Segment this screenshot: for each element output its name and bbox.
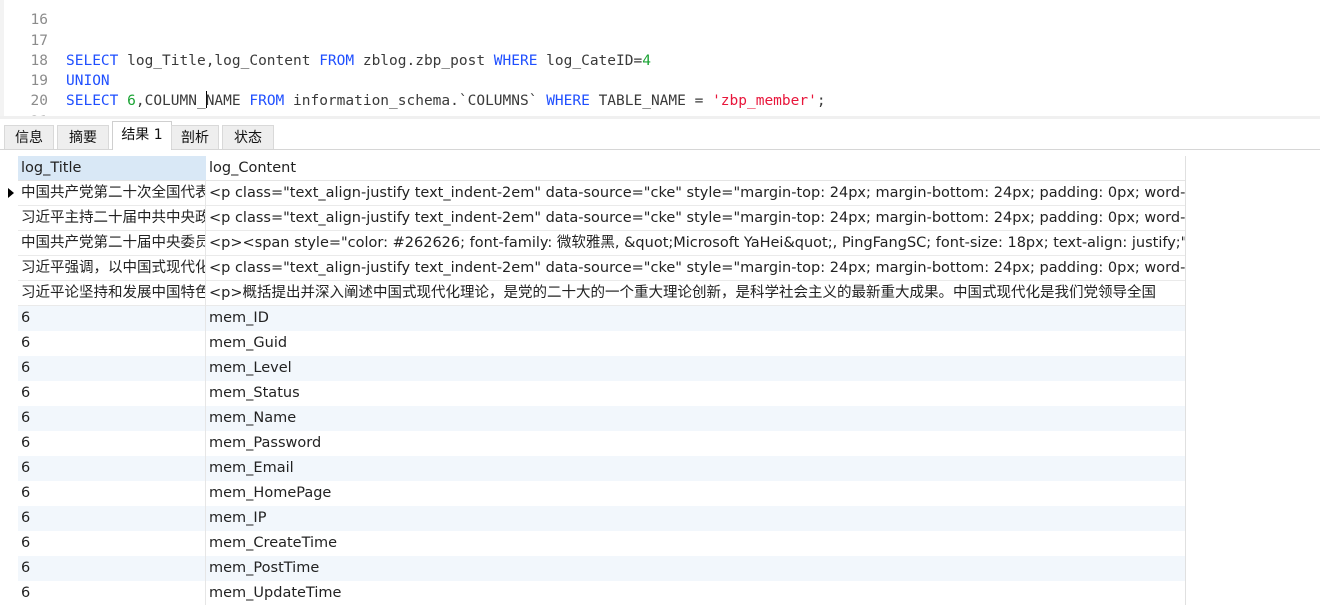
tab-info[interactable]: 信息: [4, 125, 54, 149]
sql-string: 'zbp_member': [712, 93, 817, 109]
table-row[interactable]: 6 mem_IP: [18, 506, 1186, 531]
cell-log-title[interactable]: 6: [18, 331, 206, 356]
cell-log-title[interactable]: 6: [18, 531, 206, 556]
cell-log-title[interactable]: 6: [18, 306, 206, 331]
sql-text: log_Title,log_Content: [118, 53, 320, 69]
cell-log-content[interactable]: <p>概括提出并深入阐述中国式现代化理论，是党的二十大的一个重大理论创新，是科学…: [206, 281, 1186, 306]
table-row[interactable]: 6 mem_Level: [18, 356, 1186, 381]
table-row[interactable]: 习近平论坚持和发展中国特色 <p>概括提出并深入阐述中国式现代化理论，是党的二十大…: [18, 281, 1186, 306]
result-grid[interactable]: log_Title log_Content 中国共产党第二十次全国代表 <p cl…: [0, 156, 1320, 605]
table-row[interactable]: 6 mem_Email: [18, 456, 1186, 481]
sql-text: NAME: [205, 93, 250, 109]
tab-profile[interactable]: 剖析: [171, 125, 219, 149]
sql-text: zblog.zbp_post: [354, 53, 494, 69]
cell-log-title[interactable]: 6: [18, 356, 206, 381]
table-row[interactable]: 6 mem_PostTime: [18, 556, 1186, 581]
editor-line-17[interactable]: 17 SELECT log_Title,log_Content FROM zbl…: [0, 11, 651, 69]
sql-code[interactable]: SELECT log_Title,log_Content FROM zblog.…: [66, 51, 651, 71]
sql-text: ;: [816, 93, 826, 109]
sql-text: log_CateID=: [537, 53, 643, 69]
cell-log-title[interactable]: 6: [18, 456, 206, 481]
cell-log-content[interactable]: mem_ID: [206, 306, 1186, 331]
table-row[interactable]: 6 mem_CreateTime: [18, 531, 1186, 556]
cell-log-title[interactable]: 6: [18, 481, 206, 506]
grid-right-border: [1185, 156, 1186, 605]
cell-log-content[interactable]: mem_Name: [206, 406, 1186, 431]
sql-code[interactable]: SELECT 6,COLUMN_NAME FROM information_sc…: [66, 91, 826, 111]
table-row[interactable]: 中国共产党第二十次全国代表 <p class="text_align-justif…: [18, 181, 1186, 206]
cell-log-title[interactable]: 习近平主持二十届中共中央政: [18, 206, 206, 231]
cell-log-title[interactable]: 6: [18, 431, 206, 456]
cell-log-title[interactable]: 中国共产党第二十次全国代表: [18, 181, 206, 206]
cell-log-content[interactable]: <p class="text_align-justify text_indent…: [206, 181, 1186, 206]
sql-code[interactable]: UNION: [66, 71, 110, 91]
cell-log-title[interactable]: 6: [18, 581, 206, 605]
column-header-log-title[interactable]: log_Title: [18, 156, 206, 181]
sql-keyword: SELECT: [66, 93, 119, 109]
sql-keyword: FROM: [319, 53, 355, 69]
tab-result-1[interactable]: 结果 1: [112, 121, 172, 150]
sql-number: 4: [642, 53, 651, 69]
table-row[interactable]: 6 mem_ID: [18, 306, 1186, 331]
sql-text: ,COLUMN_: [135, 93, 206, 109]
sql-keyword: FROM: [249, 93, 285, 109]
sql-text: TABLE_NAME =: [589, 93, 713, 109]
sql-keyword: SELECT: [66, 53, 119, 69]
cell-log-content[interactable]: mem_CreateTime: [206, 531, 1186, 556]
table-row[interactable]: 6 mem_Status: [18, 381, 1186, 406]
cell-log-content[interactable]: mem_Email: [206, 456, 1186, 481]
sql-keyword: WHERE: [546, 93, 590, 109]
cell-log-content[interactable]: mem_Level: [206, 356, 1186, 381]
tab-status[interactable]: 状态: [222, 125, 274, 149]
table-row[interactable]: 中国共产党第二十届中央委员 <p><span style="color: #262…: [18, 231, 1186, 256]
table-row[interactable]: 习近平强调，以中国式现代化 <p class="text_align-justif…: [18, 256, 1186, 281]
editor-line-16: 16: [0, 0, 48, 28]
editor-line-19[interactable]: 19 SELECT 6,COLUMN_NAME FROM information…: [0, 51, 826, 109]
sql-text: information_schema.`COLUMNS`: [284, 93, 547, 109]
cell-log-title[interactable]: 中国共产党第二十届中央委员: [18, 231, 206, 256]
cell-log-title[interactable]: 6: [18, 406, 206, 431]
row-indicator-column: [0, 156, 18, 605]
cell-log-content[interactable]: mem_Status: [206, 381, 1186, 406]
cell-log-content[interactable]: <p><span style="color: #262626; font-fam…: [206, 231, 1186, 256]
editor-line-21[interactable]: 21: [0, 92, 48, 119]
cell-log-content[interactable]: mem_IP: [206, 506, 1186, 531]
cell-log-content[interactable]: <p class="text_align-justify text_indent…: [206, 206, 1186, 231]
table-row[interactable]: 习近平主持二十届中共中央政 <p class="text_align-justif…: [18, 206, 1186, 231]
cell-log-content[interactable]: <p class="text_align-justify text_indent…: [206, 256, 1186, 281]
cell-log-content[interactable]: mem_UpdateTime: [206, 581, 1186, 605]
current-row-indicator-icon: [8, 188, 14, 198]
cell-log-title[interactable]: 习近平论坚持和发展中国特色: [18, 281, 206, 306]
sql-number: 6: [118, 93, 136, 109]
cell-log-content[interactable]: mem_Guid: [206, 331, 1186, 356]
tab-summary[interactable]: 摘要: [57, 125, 109, 149]
cell-log-title[interactable]: 习近平强调，以中国式现代化: [18, 256, 206, 281]
sql-keyword: UNION: [66, 73, 110, 89]
cell-log-content[interactable]: mem_Password: [206, 431, 1186, 456]
editor-line-18[interactable]: 18 UNION: [0, 31, 110, 89]
cell-log-title[interactable]: 6: [18, 556, 206, 581]
column-header-log-content[interactable]: log_Content: [206, 156, 1186, 181]
table-row[interactable]: 6 mem_Guid: [18, 331, 1186, 356]
sql-editor[interactable]: 16 17 SELECT log_Title,log_Content FROM …: [0, 0, 1320, 119]
editor-line-20[interactable]: 20: [0, 71, 48, 109]
table-row[interactable]: 6 mem_HomePage: [18, 481, 1186, 506]
cell-log-content[interactable]: mem_PostTime: [206, 556, 1186, 581]
cell-log-title[interactable]: 6: [18, 506, 206, 531]
table-row[interactable]: 6 mem_Password: [18, 431, 1186, 456]
sql-keyword: WHERE: [493, 53, 538, 69]
table-row[interactable]: 6 mem_Name: [18, 406, 1186, 431]
table-row[interactable]: 6 mem_UpdateTime: [18, 581, 1186, 605]
cell-log-title[interactable]: 6: [18, 381, 206, 406]
cell-log-content[interactable]: mem_HomePage: [206, 481, 1186, 506]
